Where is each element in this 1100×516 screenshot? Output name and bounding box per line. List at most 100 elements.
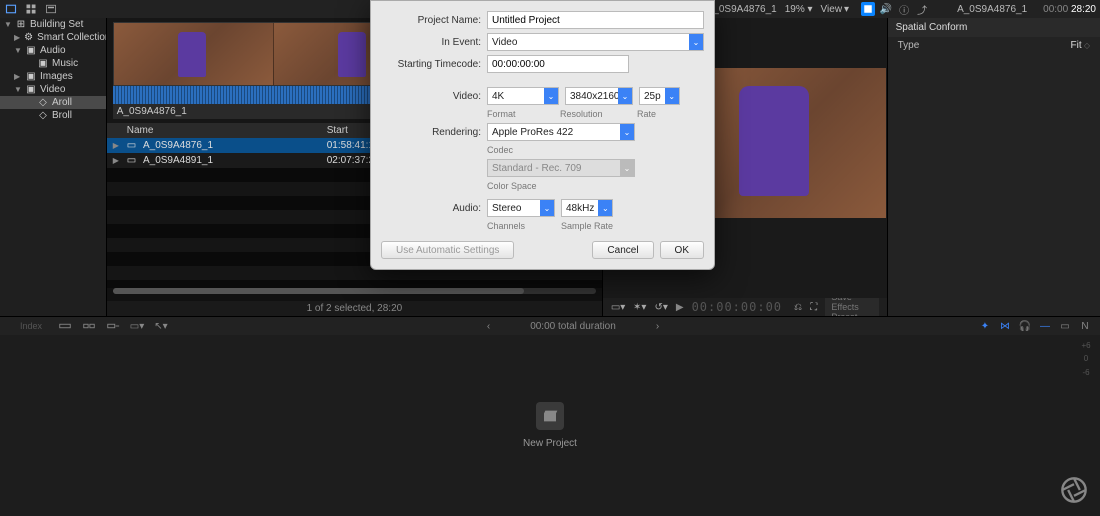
inspector-panel: Spatial Conform Type Fit	[887, 18, 1100, 316]
sidebar-item-aroll[interactable]: ◇ Aroll	[0, 96, 106, 109]
disclosure-triangle-icon[interactable]: ▶	[14, 72, 22, 81]
viewer-timecode: 00:00:00:00	[692, 300, 782, 314]
video-label: Video:	[381, 91, 481, 102]
library-sidebar: ▼⊞Building Set▶⚙Smart Collections▼▣Audio…	[0, 18, 107, 316]
rendering-codec-select[interactable]: Apple ProRes 422⌄	[487, 123, 635, 141]
browser-status: 1 of 2 selected, 28:20	[107, 301, 602, 316]
zoom-level[interactable]: 19% ▾	[785, 4, 813, 15]
new-project-dialog: Project Name: In Event: Video⌄ Starting …	[370, 0, 715, 270]
info-icon[interactable]: ⓘ	[897, 2, 911, 16]
horizontal-scrollbar[interactable]	[113, 288, 596, 294]
tl-skimming-icon[interactable]: ▭	[1058, 319, 1072, 333]
loop-icon[interactable]: ⎌	[794, 300, 802, 314]
inspector-section: Spatial Conform	[888, 18, 1100, 37]
clip-icon: ▭	[127, 140, 141, 151]
video-rate-select[interactable]: 25p⌄	[639, 87, 680, 105]
disclosure-triangle-icon[interactable]: ▶	[107, 154, 121, 167]
sidebar-item-label: Music	[52, 58, 78, 69]
sidebar-item-music[interactable]: ▣Music	[0, 57, 106, 70]
project-name-input[interactable]	[487, 11, 704, 29]
retime-icon[interactable]: ↺▾	[654, 300, 667, 314]
sidebar-item-label: Audio	[40, 45, 66, 56]
disclosure-triangle-icon[interactable]: ▼	[14, 46, 22, 55]
rendering-label: Rendering:	[381, 127, 481, 138]
share-icon[interactable]: ⤴	[915, 2, 929, 16]
sidebar-item-images[interactable]: ▶ ▣ Images	[0, 70, 106, 83]
inspector-type-value[interactable]: Fit	[1071, 40, 1090, 51]
sidebar-item-label: Images	[40, 71, 73, 82]
sidebar-item-audio[interactable]: ▼ ▣ Audio	[0, 44, 106, 57]
video-format-select[interactable]: 4K⌄	[487, 87, 559, 105]
tl-audio-icon[interactable]: 🎧	[1018, 319, 1032, 333]
insert-clip-icon[interactable]	[82, 319, 96, 333]
keyword-icon: ◇	[38, 98, 48, 108]
codec-sublabel: Codec	[487, 145, 513, 155]
video-scope-icon[interactable]	[861, 2, 875, 16]
library-icon: ⊞	[16, 20, 26, 30]
use-automatic-settings-button[interactable]: Use Automatic Settings	[381, 241, 514, 259]
video-resolution-select[interactable]: 3840x2160⌄	[565, 87, 633, 105]
inspector-type-label: Type	[898, 40, 920, 51]
start-tc-input[interactable]	[487, 55, 629, 73]
fullscreen-icon[interactable]: ⛶	[810, 300, 817, 314]
ok-button[interactable]: OK	[660, 241, 704, 259]
col-name[interactable]: Name	[121, 123, 321, 138]
inspector-timecode: 00:00 28:20	[1043, 4, 1096, 15]
smart-icon: ⚙	[24, 33, 33, 43]
connect-clip-icon[interactable]	[58, 319, 72, 333]
sidebar-item-label: Video	[40, 84, 65, 95]
arrow-tool-icon[interactable]: ↖▾	[154, 319, 168, 333]
tl-solo-icon[interactable]: N	[1078, 319, 1092, 333]
cancel-button[interactable]: Cancel	[592, 241, 653, 259]
timeline-placeholder[interactable]: New Project +6 0 -6	[0, 335, 1100, 516]
view-menu[interactable]: View ▾	[821, 4, 850, 15]
folder-icon: ▣	[26, 72, 36, 82]
audio-samplerate-select[interactable]: 48kHz⌄	[561, 199, 613, 217]
tl-snap-icon[interactable]: —	[1038, 319, 1052, 333]
disclosure-triangle-icon[interactable]: ▼	[4, 20, 12, 29]
titles-icon[interactable]	[44, 2, 58, 16]
video-format-sublabel: Format	[487, 109, 554, 119]
samplerate-sublabel: Sample Rate	[561, 221, 629, 231]
new-project-label: New Project	[523, 438, 577, 449]
append-clip-icon[interactable]	[106, 319, 120, 333]
aperture-watermark-icon	[1060, 476, 1088, 504]
audio-meter-scale: +6 0 -6	[1076, 339, 1096, 379]
folder-icon: ▣	[26, 46, 36, 56]
sidebar-item-label: Broll	[52, 110, 72, 121]
start-tc-label: Starting Timecode:	[381, 59, 481, 70]
audio-channels-select[interactable]: Stereo⌄	[487, 199, 555, 217]
sidebar-item-smart-collections[interactable]: ▶⚙Smart Collections	[0, 31, 106, 44]
sidebar-item-broll[interactable]: ◇ Broll	[0, 109, 106, 122]
sidebar-item-building-set[interactable]: ▼⊞Building Set	[0, 18, 106, 31]
color-space-select: Standard - Rec. 709⌄	[487, 159, 635, 177]
video-resolution-sublabel: Resolution	[560, 109, 631, 119]
channels-sublabel: Channels	[487, 221, 555, 231]
sidebar-item-label: Aroll	[52, 97, 72, 108]
play-button[interactable]: ▶	[676, 302, 684, 313]
media-icon[interactable]	[24, 2, 38, 16]
tl-effects-icon[interactable]: ✦	[978, 319, 992, 333]
sidebar-item-video[interactable]: ▼ ▣ Video	[0, 83, 106, 96]
audio-icon[interactable]: 🔊	[879, 2, 893, 16]
clip-icon: ▭	[127, 155, 141, 166]
clip-name-cell: ▭ A_0S9A4891_1	[121, 153, 321, 168]
video-rate-sublabel: Rate	[637, 109, 704, 119]
disclosure-triangle-icon[interactable]: ▼	[14, 85, 22, 94]
in-event-select[interactable]: Video⌄	[487, 33, 704, 51]
index-button[interactable]: Index	[20, 321, 42, 331]
tl-transition-icon[interactable]: ⋈	[998, 319, 1012, 333]
library-icon[interactable]	[4, 2, 18, 16]
audio-label: Audio:	[381, 203, 481, 214]
display-options-icon[interactable]: ▭▾	[611, 300, 625, 314]
disclosure-triangle-icon[interactable]: ▶	[14, 33, 20, 42]
clapperboard-icon	[536, 402, 564, 430]
timeline-duration: ‹00:00 total duration›	[178, 321, 968, 332]
disclosure-triangle-icon[interactable]: ▶	[107, 139, 121, 152]
folder-icon: ▣	[26, 85, 36, 95]
in-event-label: In Event:	[381, 37, 481, 48]
overwrite-clip-icon[interactable]: ▭▾	[130, 319, 144, 333]
project-name-label: Project Name:	[381, 15, 481, 26]
enhance-icon[interactable]: ✶▾	[633, 300, 646, 314]
keyword-icon: ◇	[38, 111, 48, 121]
